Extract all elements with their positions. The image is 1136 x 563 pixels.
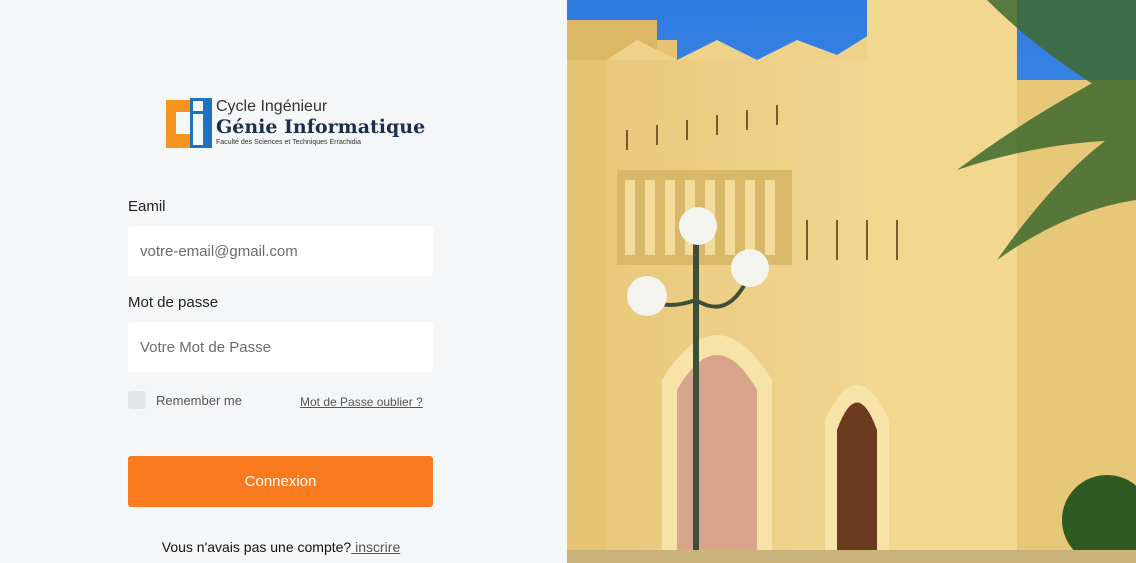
login-button[interactable]: Connexion	[128, 456, 433, 507]
remember-checkbox[interactable]	[128, 391, 146, 409]
email-label: Eamil	[128, 198, 166, 215]
signup-prompt: Vous n'avais pas une compte? inscrire	[0, 539, 562, 555]
email-field[interactable]	[128, 226, 433, 276]
logo-title: Génie Informatique	[216, 116, 426, 138]
remember-me[interactable]: Remember me	[128, 391, 242, 409]
logo-institution: Faculté des Sciences et Techniques Errac…	[216, 139, 362, 146]
login-panel: Cycle Ingénieur Génie Informatique Facul…	[0, 0, 567, 563]
password-field[interactable]	[128, 322, 433, 372]
campus-gate-photo	[567, 0, 1136, 563]
gate-illustration	[567, 0, 1136, 563]
faculty-logo: Cycle Ingénieur Génie Informatique Facul…	[166, 98, 425, 148]
forgot-password-link[interactable]: Mot de Passe oublier ?	[300, 395, 423, 409]
signup-text: Vous n'avais pas une compte?	[161, 539, 352, 555]
logo-subtitle: Cycle Ingénieur	[216, 98, 328, 115]
signup-link[interactable]: inscrire	[351, 539, 400, 555]
gi-logo-icon	[166, 98, 212, 148]
remember-label: Remember me	[156, 392, 242, 408]
password-label: Mot de passe	[128, 294, 219, 311]
